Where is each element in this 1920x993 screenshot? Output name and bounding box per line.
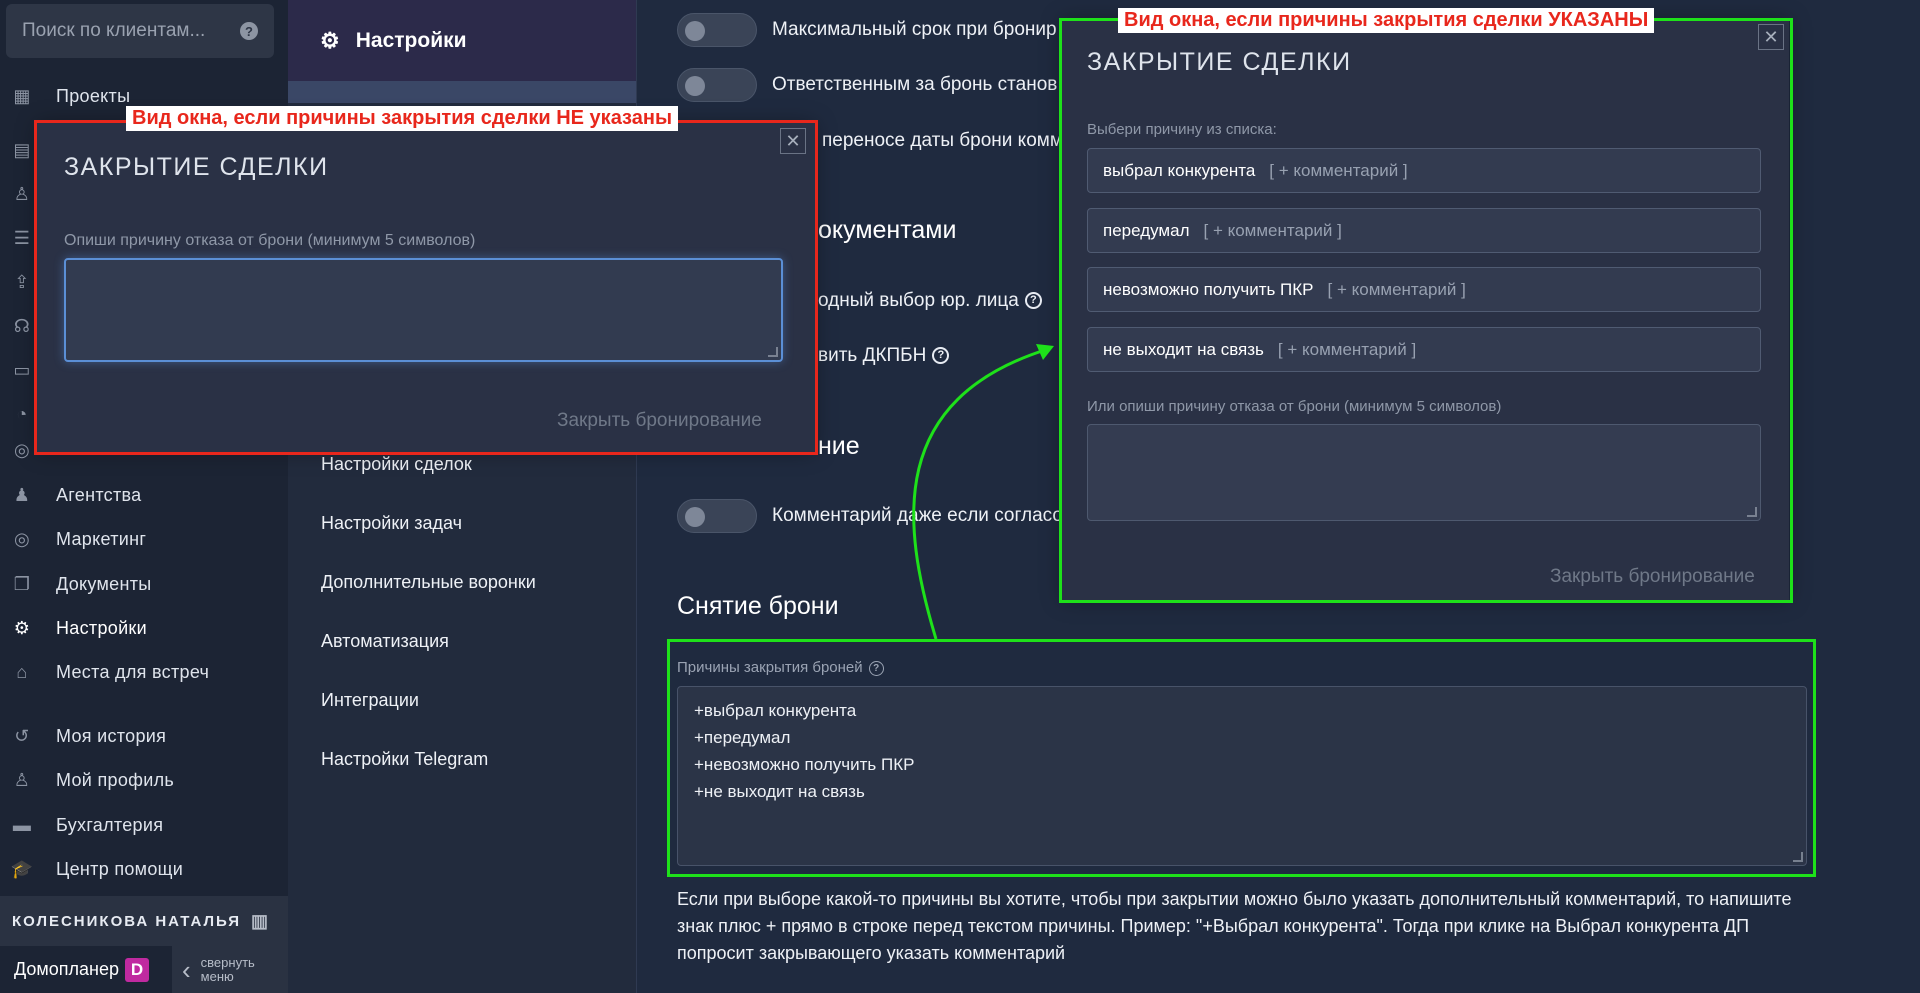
- annotation-arrow: [912, 344, 1054, 640]
